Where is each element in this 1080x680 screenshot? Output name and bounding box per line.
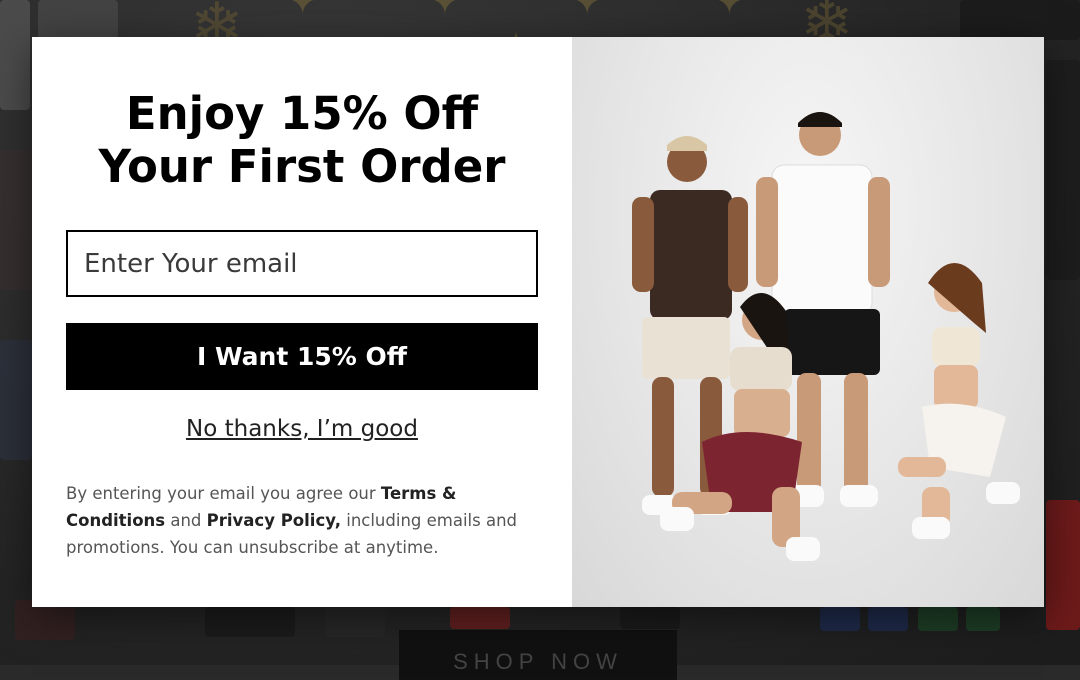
claim-discount-button[interactable]: I Want 15% Off: [66, 323, 538, 390]
background-product: [868, 607, 908, 631]
background-product: [960, 0, 1080, 40]
background-product: [0, 150, 32, 290]
promo-image: [572, 37, 1044, 607]
headline-line-1: Enjoy 15% Off: [125, 87, 479, 140]
background-product: [38, 0, 118, 40]
email-input[interactable]: [66, 230, 538, 297]
background-product: [918, 607, 958, 631]
background-product: [620, 607, 680, 629]
privacy-policy-link[interactable]: Privacy Policy,: [207, 511, 341, 530]
popup-form-panel: Enjoy 15% Off Your First Order I Want 15…: [32, 37, 572, 607]
popup-headline: Enjoy 15% Off Your First Order: [66, 87, 538, 193]
background-product: [1046, 60, 1080, 280]
background-product: [0, 0, 30, 110]
background-product: [325, 607, 385, 637]
legal-prefix: By entering your email you agree our: [66, 484, 381, 503]
shop-now-button[interactable]: SHOP NOW: [399, 630, 677, 680]
background-product: [450, 607, 510, 629]
legal-disclaimer: By entering your email you agree our Ter…: [66, 480, 538, 561]
decline-link[interactable]: No thanks, I’m good: [66, 416, 538, 442]
background-product: [1046, 500, 1080, 630]
background-product: [820, 607, 860, 631]
background-product: [205, 607, 295, 637]
background-product: [0, 340, 32, 460]
legal-and: and: [165, 511, 207, 530]
discount-popup-modal: Enjoy 15% Off Your First Order I Want 15…: [32, 37, 1044, 607]
background-product: [966, 607, 1000, 631]
model-kneeling-right: [898, 263, 1020, 539]
headline-line-2: Your First Order: [98, 140, 506, 193]
models-illustration: [632, 112, 1020, 561]
